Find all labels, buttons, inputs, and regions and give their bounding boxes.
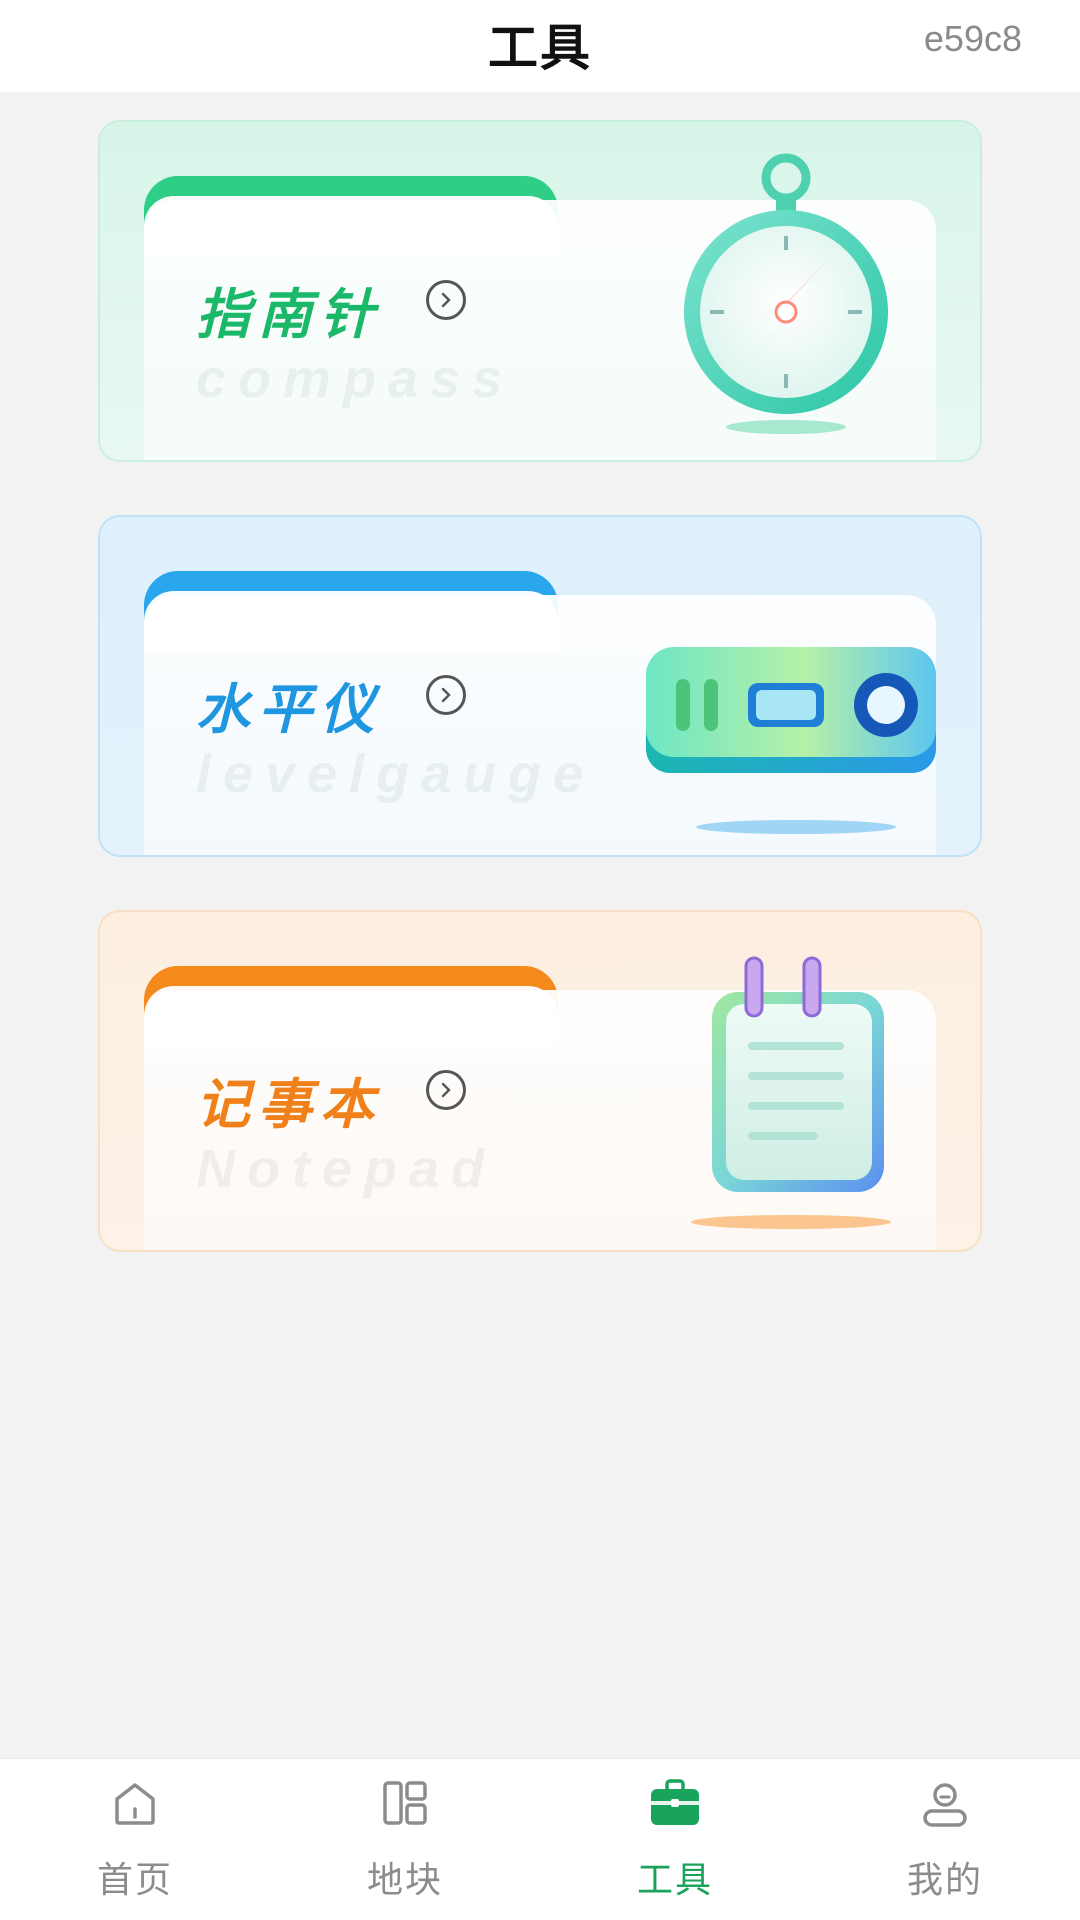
compass-icon: [684, 153, 888, 434]
tab-home[interactable]: 首页: [0, 1759, 270, 1920]
level-gauge-icon: [646, 647, 936, 834]
chevron-right-icon[interactable]: [426, 280, 466, 320]
bottom-tab-bar: 首页 地块 工具 我的: [0, 1758, 1080, 1920]
page-title: 工具: [488, 19, 592, 77]
card-subtitle: levelgauge: [196, 744, 596, 804]
device-code: e59c8: [923, 18, 1022, 59]
tab-profile[interactable]: 我的: [810, 1759, 1080, 1920]
card-title: 记事本: [196, 1073, 382, 1136]
tab-plots[interactable]: 地块: [270, 1759, 540, 1920]
card-subtitle: Notepad: [196, 1139, 496, 1199]
tab-label: 工具: [636, 1860, 713, 1901]
notepad-card[interactable]: 记事本 Notepad: [98, 910, 982, 1252]
tab-label: 地块: [366, 1860, 443, 1901]
home-icon: [115, 1783, 155, 1825]
profile-icon: [923, 1783, 967, 1827]
compass-card[interactable]: 指南针 compass: [98, 120, 982, 462]
plots-icon: [383, 1781, 427, 1825]
tab-label: 我的: [906, 1860, 983, 1901]
level-gauge-card[interactable]: 水平仪 levelgauge: [98, 515, 982, 857]
tab-tools[interactable]: 工具: [540, 1759, 810, 1920]
card-title: 水平仪: [196, 678, 382, 741]
card-subtitle: compass: [196, 349, 515, 409]
chevron-right-icon[interactable]: [426, 675, 466, 715]
notepad-icon: [691, 956, 891, 1229]
card-title: 指南针: [196, 283, 382, 346]
tab-label: 首页: [96, 1860, 173, 1901]
toolbox-icon: [651, 1779, 699, 1825]
chevron-right-icon[interactable]: [426, 1070, 466, 1110]
top-bar: 工具 e59c8: [0, 0, 1080, 92]
